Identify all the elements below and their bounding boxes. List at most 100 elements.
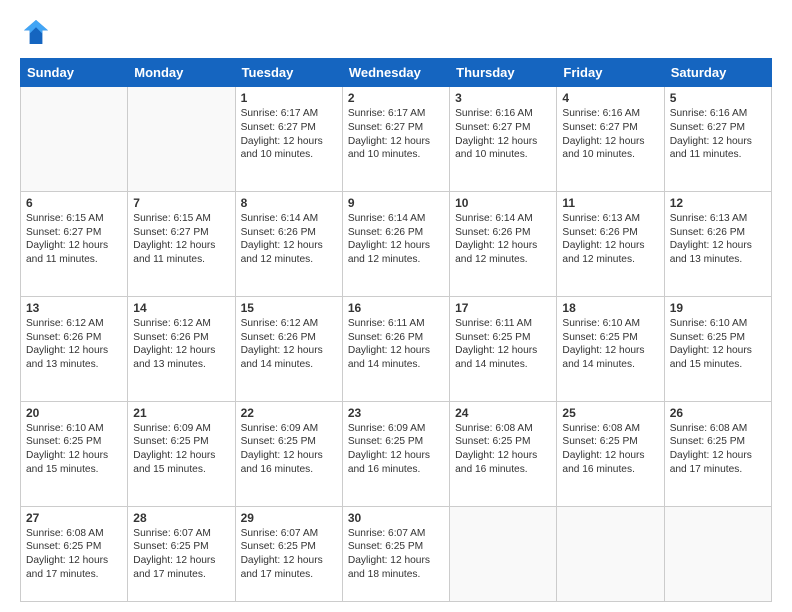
calendar-cell: 2 Sunrise: 6:17 AMSunset: 6:27 PMDaylight… (342, 87, 449, 192)
cell-details: Sunrise: 6:07 AMSunset: 6:25 PMDaylight:… (241, 527, 337, 582)
day-number: 24 (455, 406, 551, 420)
day-number: 6 (26, 196, 122, 210)
day-number: 23 (348, 406, 444, 420)
day-number: 19 (670, 301, 766, 315)
calendar-week-row: 27 Sunrise: 6:08 AMSunset: 6:25 PMDayligh… (21, 506, 772, 601)
day-number: 11 (562, 196, 658, 210)
calendar-cell: 9 Sunrise: 6:14 AMSunset: 6:26 PMDaylight… (342, 191, 449, 296)
cell-details: Sunrise: 6:11 AMSunset: 6:25 PMDaylight:… (455, 317, 551, 372)
cell-details: Sunrise: 6:17 AMSunset: 6:27 PMDaylight:… (241, 107, 337, 162)
calendar-cell: 27 Sunrise: 6:08 AMSunset: 6:25 PMDayligh… (21, 506, 128, 601)
col-header-thursday: Thursday (450, 59, 557, 87)
calendar-cell: 18 Sunrise: 6:10 AMSunset: 6:25 PMDayligh… (557, 296, 664, 401)
day-number: 28 (133, 511, 229, 525)
cell-details: Sunrise: 6:13 AMSunset: 6:26 PMDaylight:… (670, 212, 766, 267)
calendar-cell: 3 Sunrise: 6:16 AMSunset: 6:27 PMDaylight… (450, 87, 557, 192)
day-number: 29 (241, 511, 337, 525)
cell-details: Sunrise: 6:13 AMSunset: 6:26 PMDaylight:… (562, 212, 658, 267)
day-number: 7 (133, 196, 229, 210)
day-number: 13 (26, 301, 122, 315)
calendar-cell (21, 87, 128, 192)
cell-details: Sunrise: 6:10 AMSunset: 6:25 PMDaylight:… (562, 317, 658, 372)
calendar-cell: 16 Sunrise: 6:11 AMSunset: 6:26 PMDayligh… (342, 296, 449, 401)
col-header-monday: Monday (128, 59, 235, 87)
cell-details: Sunrise: 6:08 AMSunset: 6:25 PMDaylight:… (26, 527, 122, 582)
calendar-cell: 22Sunrise: 6:09 AMSunset: 6:25 PMDayligh… (235, 401, 342, 506)
calendar-week-row: 13 Sunrise: 6:12 AMSunset: 6:26 PMDayligh… (21, 296, 772, 401)
day-number: 27 (26, 511, 122, 525)
cell-details: Sunrise: 6:12 AMSunset: 6:26 PMDaylight:… (241, 317, 337, 372)
calendar-cell: 23 Sunrise: 6:09 AMSunset: 6:25 PMDayligh… (342, 401, 449, 506)
day-number: 25 (562, 406, 658, 420)
calendar-cell (557, 506, 664, 601)
calendar-cell: 4 Sunrise: 6:16 AMSunset: 6:27 PMDaylight… (557, 87, 664, 192)
day-number: 17 (455, 301, 551, 315)
cell-details: Sunrise: 6:12 AMSunset: 6:26 PMDaylight:… (26, 317, 122, 372)
cell-details: Sunrise: 6:15 AMSunset: 6:27 PMDaylight:… (133, 212, 229, 267)
cell-details: Sunrise: 6:16 AMSunset: 6:27 PMDaylight:… (455, 107, 551, 162)
cell-details: Sunrise: 6:16 AMSunset: 6:27 PMDaylight:… (670, 107, 766, 162)
calendar-cell: 14Sunrise: 6:12 AMSunset: 6:26 PMDayligh… (128, 296, 235, 401)
cell-details: Sunrise: 6:11 AMSunset: 6:26 PMDaylight:… (348, 317, 444, 372)
cell-details: Sunrise: 6:17 AMSunset: 6:27 PMDaylight:… (348, 107, 444, 162)
calendar-cell (128, 87, 235, 192)
calendar-cell: 10Sunrise: 6:14 AMSunset: 6:26 PMDayligh… (450, 191, 557, 296)
day-number: 21 (133, 406, 229, 420)
day-number: 3 (455, 91, 551, 105)
col-header-saturday: Saturday (664, 59, 771, 87)
calendar-cell: 20 Sunrise: 6:10 AMSunset: 6:25 PMDayligh… (21, 401, 128, 506)
day-number: 15 (241, 301, 337, 315)
calendar-cell: 21 Sunrise: 6:09 AMSunset: 6:25 PMDayligh… (128, 401, 235, 506)
cell-details: Sunrise: 6:08 AMSunset: 6:25 PMDaylight:… (455, 422, 551, 477)
cell-details: Sunrise: 6:09 AMSunset: 6:25 PMDaylight:… (241, 422, 337, 477)
calendar-cell: 15 Sunrise: 6:12 AMSunset: 6:26 PMDayligh… (235, 296, 342, 401)
calendar-cell: 26 Sunrise: 6:08 AMSunset: 6:25 PMDayligh… (664, 401, 771, 506)
calendar-cell: 30Sunrise: 6:07 AMSunset: 6:25 PMDayligh… (342, 506, 449, 601)
calendar-cell: 29 Sunrise: 6:07 AMSunset: 6:25 PMDayligh… (235, 506, 342, 601)
calendar-cell: 5Sunrise: 6:16 AMSunset: 6:27 PMDaylight… (664, 87, 771, 192)
day-number: 2 (348, 91, 444, 105)
day-number: 18 (562, 301, 658, 315)
day-number: 8 (241, 196, 337, 210)
cell-details: Sunrise: 6:15 AMSunset: 6:27 PMDaylight:… (26, 212, 122, 267)
cell-details: Sunrise: 6:14 AMSunset: 6:26 PMDaylight:… (348, 212, 444, 267)
cell-details: Sunrise: 6:16 AMSunset: 6:27 PMDaylight:… (562, 107, 658, 162)
cell-details: Sunrise: 6:08 AMSunset: 6:25 PMDaylight:… (562, 422, 658, 477)
calendar-cell: 28 Sunrise: 6:07 AMSunset: 6:25 PMDayligh… (128, 506, 235, 601)
calendar-cell: 7 Sunrise: 6:15 AMSunset: 6:27 PMDaylight… (128, 191, 235, 296)
day-number: 12 (670, 196, 766, 210)
cell-details: Sunrise: 6:14 AMSunset: 6:26 PMDaylight:… (241, 212, 337, 267)
calendar-cell: 6 Sunrise: 6:15 AMSunset: 6:27 PMDaylight… (21, 191, 128, 296)
calendar-week-row: 1 Sunrise: 6:17 AMSunset: 6:27 PMDaylight… (21, 87, 772, 192)
cell-details: Sunrise: 6:09 AMSunset: 6:25 PMDaylight:… (348, 422, 444, 477)
day-number: 16 (348, 301, 444, 315)
calendar-cell: 1 Sunrise: 6:17 AMSunset: 6:27 PMDaylight… (235, 87, 342, 192)
col-header-tuesday: Tuesday (235, 59, 342, 87)
page: SundayMondayTuesdayWednesdayThursdayFrid… (0, 0, 792, 612)
calendar-cell: 24 Sunrise: 6:08 AMSunset: 6:25 PMDayligh… (450, 401, 557, 506)
cell-details: Sunrise: 6:10 AMSunset: 6:25 PMDaylight:… (670, 317, 766, 372)
col-header-wednesday: Wednesday (342, 59, 449, 87)
day-number: 4 (562, 91, 658, 105)
calendar-week-row: 20 Sunrise: 6:10 AMSunset: 6:25 PMDayligh… (21, 401, 772, 506)
cell-details: Sunrise: 6:07 AMSunset: 6:25 PMDaylight:… (133, 527, 229, 582)
day-number: 26 (670, 406, 766, 420)
calendar-header-row: SundayMondayTuesdayWednesdayThursdayFrid… (21, 59, 772, 87)
col-header-sunday: Sunday (21, 59, 128, 87)
cell-details: Sunrise: 6:08 AMSunset: 6:25 PMDaylight:… (670, 422, 766, 477)
cell-details: Sunrise: 6:12 AMSunset: 6:26 PMDaylight:… (133, 317, 229, 372)
header (20, 16, 772, 48)
calendar-cell: 12 Sunrise: 6:13 AMSunset: 6:26 PMDayligh… (664, 191, 771, 296)
calendar-cell (450, 506, 557, 601)
calendar-week-row: 6 Sunrise: 6:15 AMSunset: 6:27 PMDaylight… (21, 191, 772, 296)
day-number: 20 (26, 406, 122, 420)
day-number: 1 (241, 91, 337, 105)
calendar-cell: 19 Sunrise: 6:10 AMSunset: 6:25 PMDayligh… (664, 296, 771, 401)
cell-details: Sunrise: 6:09 AMSunset: 6:25 PMDaylight:… (133, 422, 229, 477)
cell-details: Sunrise: 6:10 AMSunset: 6:25 PMDaylight:… (26, 422, 122, 477)
calendar-cell: 8 Sunrise: 6:14 AMSunset: 6:26 PMDaylight… (235, 191, 342, 296)
calendar-table: SundayMondayTuesdayWednesdayThursdayFrid… (20, 58, 772, 602)
col-header-friday: Friday (557, 59, 664, 87)
day-number: 9 (348, 196, 444, 210)
day-number: 30 (348, 511, 444, 525)
